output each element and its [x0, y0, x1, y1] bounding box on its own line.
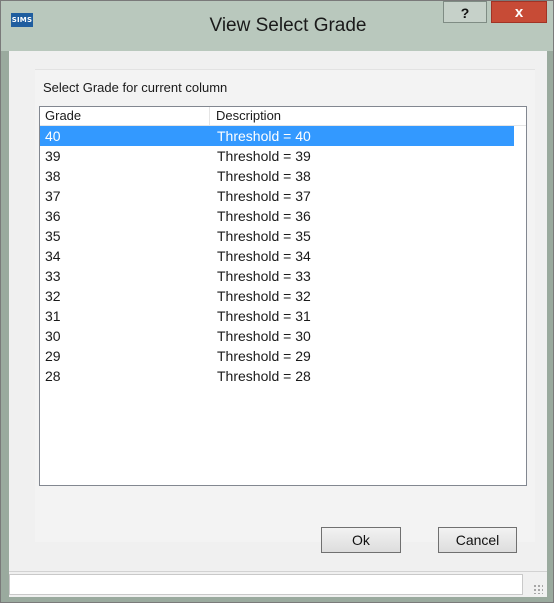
grade-cell: 28 — [45, 368, 61, 384]
list-item[interactable]: 40 Threshold = 40 — [40, 126, 514, 146]
help-button[interactable]: ? — [443, 1, 487, 23]
list-rows: 40 Threshold = 40 39 Threshold = 39 38 Thresh… — [40, 126, 526, 386]
column-header-description[interactable]: Description — [211, 107, 511, 125]
description-cell: Threshold = 32 — [217, 288, 311, 304]
list-item[interactable]: 33 Threshold = 33 — [40, 266, 526, 286]
description-cell: Threshold = 29 — [217, 348, 311, 364]
description-cell: Threshold = 38 — [217, 168, 311, 184]
resize-grip-icon[interactable] — [533, 584, 543, 594]
ok-button[interactable]: Ok — [321, 527, 401, 553]
grade-cell: 29 — [45, 348, 61, 364]
list-header: Grade Description — [40, 107, 526, 126]
group-label: Select Grade for current column — [43, 80, 228, 95]
grade-cell: 37 — [45, 188, 61, 204]
description-cell: Threshold = 36 — [217, 208, 311, 224]
close-button[interactable]: x — [491, 1, 547, 23]
grade-list[interactable]: Grade Description 40 Threshold = 40 39 Thre… — [39, 106, 527, 486]
list-item[interactable]: 32 Threshold = 32 — [40, 286, 526, 306]
dialog-client-area: Select Grade for current column Grade De… — [9, 51, 547, 597]
grade-cell: 35 — [45, 228, 61, 244]
description-cell: Threshold = 39 — [217, 148, 311, 164]
grade-cell: 32 — [45, 288, 61, 304]
description-cell: Threshold = 30 — [217, 328, 311, 344]
grade-group-box: Select Grade for current column Grade De… — [35, 69, 535, 542]
list-item[interactable]: 34 Threshold = 34 — [40, 246, 526, 266]
description-cell: Threshold = 31 — [217, 308, 311, 324]
grade-cell: 30 — [45, 328, 61, 344]
column-header-grade[interactable]: Grade — [40, 107, 210, 125]
grade-cell: 31 — [45, 308, 61, 324]
list-item[interactable]: 31 Threshold = 31 — [40, 306, 526, 326]
title-bar[interactable]: SIMS View Select Grade ? x — [1, 1, 553, 51]
cancel-button[interactable]: Cancel — [438, 527, 517, 553]
grade-cell: 39 — [45, 148, 61, 164]
grade-cell: 34 — [45, 248, 61, 264]
dialog-window: SIMS View Select Grade ? x Select Grade … — [0, 0, 554, 603]
list-item[interactable]: 35 Threshold = 35 — [40, 226, 526, 246]
grade-cell: 33 — [45, 268, 61, 284]
grade-cell: 36 — [45, 208, 61, 224]
list-item[interactable]: 36 Threshold = 36 — [40, 206, 526, 226]
description-cell: Threshold = 40 — [217, 128, 311, 144]
list-item[interactable]: 37 Threshold = 37 — [40, 186, 526, 206]
list-item[interactable]: 30 Threshold = 30 — [40, 326, 526, 346]
description-cell: Threshold = 35 — [217, 228, 311, 244]
list-item[interactable]: 29 Threshold = 29 — [40, 346, 526, 366]
list-item[interactable]: 38 Threshold = 38 — [40, 166, 526, 186]
status-bar — [9, 571, 547, 597]
grade-cell: 40 — [45, 128, 61, 144]
list-item[interactable]: 28 Threshold = 28 — [40, 366, 526, 386]
grade-cell: 38 — [45, 168, 61, 184]
description-cell: Threshold = 34 — [217, 248, 311, 264]
description-cell: Threshold = 33 — [217, 268, 311, 284]
description-cell: Threshold = 37 — [217, 188, 311, 204]
status-field — [9, 574, 523, 595]
description-cell: Threshold = 28 — [217, 368, 311, 384]
list-item[interactable]: 39 Threshold = 39 — [40, 146, 526, 166]
